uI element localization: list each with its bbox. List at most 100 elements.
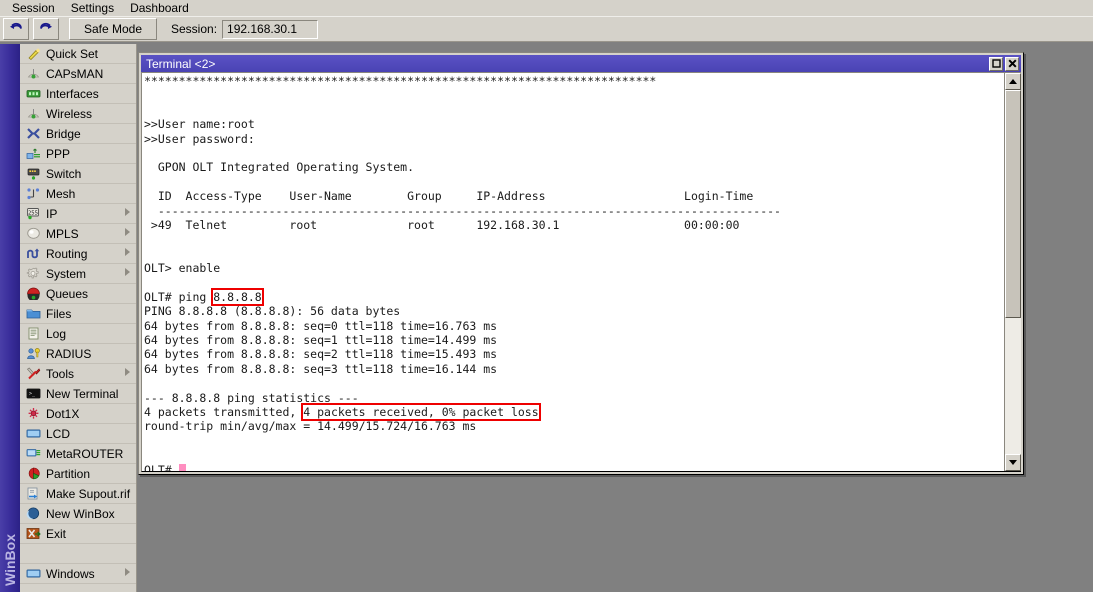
terminal-vertical-scrollbar[interactable] (1004, 73, 1021, 471)
session-address-field[interactable]: 192.168.30.1 (222, 20, 318, 39)
metarouter-icon (25, 447, 41, 461)
sidebar-item-partition[interactable]: Partition (20, 464, 136, 484)
session-label: Session: (171, 22, 217, 36)
sidebar-item-tools[interactable]: Tools (20, 364, 136, 384)
sidebar-item-label: System (46, 267, 86, 281)
sidebar-item-exit[interactable]: Exit (20, 524, 136, 544)
menu-item-settings[interactable]: Settings (63, 0, 122, 16)
winbox-brand-text: WinBox (2, 534, 18, 586)
sidebar-item-label: Queues (46, 287, 88, 301)
svg-text:>_: >_ (29, 391, 36, 397)
sidebar-item-label: Wireless (46, 107, 92, 121)
toolbar: Safe Mode Session: 192.168.30.1 (0, 16, 1093, 42)
sidebar-item-system[interactable]: System (20, 264, 136, 284)
terminal-line-ping-stats: 4 packets transmitted, 4 packets receive… (144, 405, 1004, 419)
menu-item-dashboard[interactable]: Dashboard (122, 0, 197, 16)
sidebar-item-label: Routing (46, 247, 87, 261)
terminal-line-ping-command: OLT# ping 8.8.8.8 (144, 290, 1004, 304)
sidebar-item-label: Quick Set (46, 47, 98, 61)
sidebar-item-ppp[interactable]: PPP (20, 144, 136, 164)
tools-icon (25, 367, 41, 381)
sidebar-item-radius[interactable]: RADIUS (20, 344, 136, 364)
close-window-button[interactable] (1005, 57, 1019, 71)
chevron-right-icon (125, 228, 130, 236)
scrollbar-track[interactable] (1005, 90, 1021, 454)
sidebar-item-bridge[interactable]: Bridge (20, 124, 136, 144)
bridge-icon (25, 127, 41, 141)
terminal-icon: >_ (25, 387, 41, 401)
mpls-icon (25, 227, 41, 241)
sidebar-item-metarouter[interactable]: MetaROUTER (20, 444, 136, 464)
terminal-body: ****************************************… (141, 72, 1021, 472)
sidebar-item-label: Files (46, 307, 71, 321)
sidebar-item-switch[interactable]: Switch (20, 164, 136, 184)
terminal-line (144, 448, 1004, 462)
sidebar-item-windows[interactable]: Windows (20, 564, 136, 584)
sidebar-item-label: Windows (46, 567, 95, 581)
ppp-icon (25, 147, 41, 161)
sidebar-item-label: CAPsMAN (46, 67, 103, 81)
terminal-line: round-trip min/avg/max = 14.499/15.724/1… (144, 419, 1004, 433)
sidebar-item-label: MetaROUTER (46, 447, 123, 461)
sidebar-item-capsman[interactable]: CAPsMAN (20, 64, 136, 84)
sidebar-item-label: MPLS (46, 227, 79, 241)
sidebar-item-quick-set[interactable]: Quick Set (20, 44, 136, 64)
sidebar-item-label: Partition (46, 467, 90, 481)
supout-icon (25, 487, 41, 501)
sidebar-item-ip[interactable]: 255 IP (20, 204, 136, 224)
terminal-title: Terminal <2> (146, 57, 987, 71)
terminal-line: ID Access-Type User-Name Group IP-Addres… (144, 189, 1004, 203)
svg-text:255: 255 (27, 210, 37, 216)
redo-button[interactable] (33, 18, 59, 40)
terminal-line: --- 8.8.8.8 ping statistics --- (144, 391, 1004, 405)
chevron-right-icon (125, 248, 130, 256)
sidebar-item-queues[interactable]: Queues (20, 284, 136, 304)
sidebar-item-dot1x[interactable]: Dot1X (20, 404, 136, 424)
terminal-line: >>User name:root (144, 117, 1004, 131)
sidebar-item-label: Dot1X (46, 407, 79, 421)
chevron-right-icon (125, 368, 130, 376)
terminal-line (144, 103, 1004, 117)
sidebar-item-files[interactable]: Files (20, 304, 136, 324)
scrollbar-thumb[interactable] (1005, 90, 1021, 318)
terminal-title-bar[interactable]: Terminal <2> (141, 55, 1021, 72)
scroll-down-button[interactable] (1005, 454, 1021, 471)
sidebar-item-make-supout-rif[interactable]: Make Supout.rif (20, 484, 136, 504)
sidebar-item-wireless[interactable]: Wireless (20, 104, 136, 124)
terminal-line: PING 8.8.8.8 (8.8.8.8): 56 data bytes (144, 304, 1004, 318)
sidebar-item-mesh[interactable]: Mesh (20, 184, 136, 204)
terminal-line (144, 434, 1004, 448)
lcd-icon (25, 567, 41, 581)
sidebar-item-routing[interactable]: Routing (20, 244, 136, 264)
terminal-line (144, 175, 1004, 189)
sidebar-item-label: Log (46, 327, 66, 341)
restore-window-button[interactable] (989, 57, 1003, 71)
exit-icon (25, 527, 41, 541)
sidebar-item-label: IP (46, 207, 57, 221)
ip-255-icon: 255 (25, 207, 41, 221)
queues-icon (25, 287, 41, 301)
sidebar-item-label: PPP (46, 147, 70, 161)
lcd-icon (25, 427, 41, 441)
wand-icon (25, 47, 41, 61)
terminal-cursor (179, 464, 186, 471)
sidebar-item-mpls[interactable]: MPLS (20, 224, 136, 244)
sidebar-item-new-winbox[interactable]: New WinBox (20, 504, 136, 524)
sidebar-item-interfaces[interactable]: Interfaces (20, 84, 136, 104)
terminal-line: 64 bytes from 8.8.8.8: seq=2 ttl=118 tim… (144, 347, 1004, 361)
winbox-icon (25, 507, 41, 521)
terminal-line (144, 88, 1004, 102)
terminal-output[interactable]: ****************************************… (142, 73, 1004, 471)
highlight-packet-loss: 4 packets received, 0% packet loss (303, 405, 538, 419)
terminal-line: ****************************************… (144, 74, 1004, 88)
scroll-up-button[interactable] (1005, 73, 1021, 90)
sidebar-item-label: RADIUS (46, 347, 91, 361)
menu-bar: Session Settings Dashboard (0, 0, 1093, 16)
sidebar-item-log[interactable]: Log (20, 324, 136, 344)
sidebar-item-new-terminal[interactable]: >_New Terminal (20, 384, 136, 404)
safe-mode-button[interactable]: Safe Mode (69, 18, 157, 40)
menu-item-session[interactable]: Session (4, 0, 63, 16)
undo-arrow-icon (9, 22, 23, 37)
sidebar-item-lcd[interactable]: LCD (20, 424, 136, 444)
undo-button[interactable] (3, 18, 29, 40)
